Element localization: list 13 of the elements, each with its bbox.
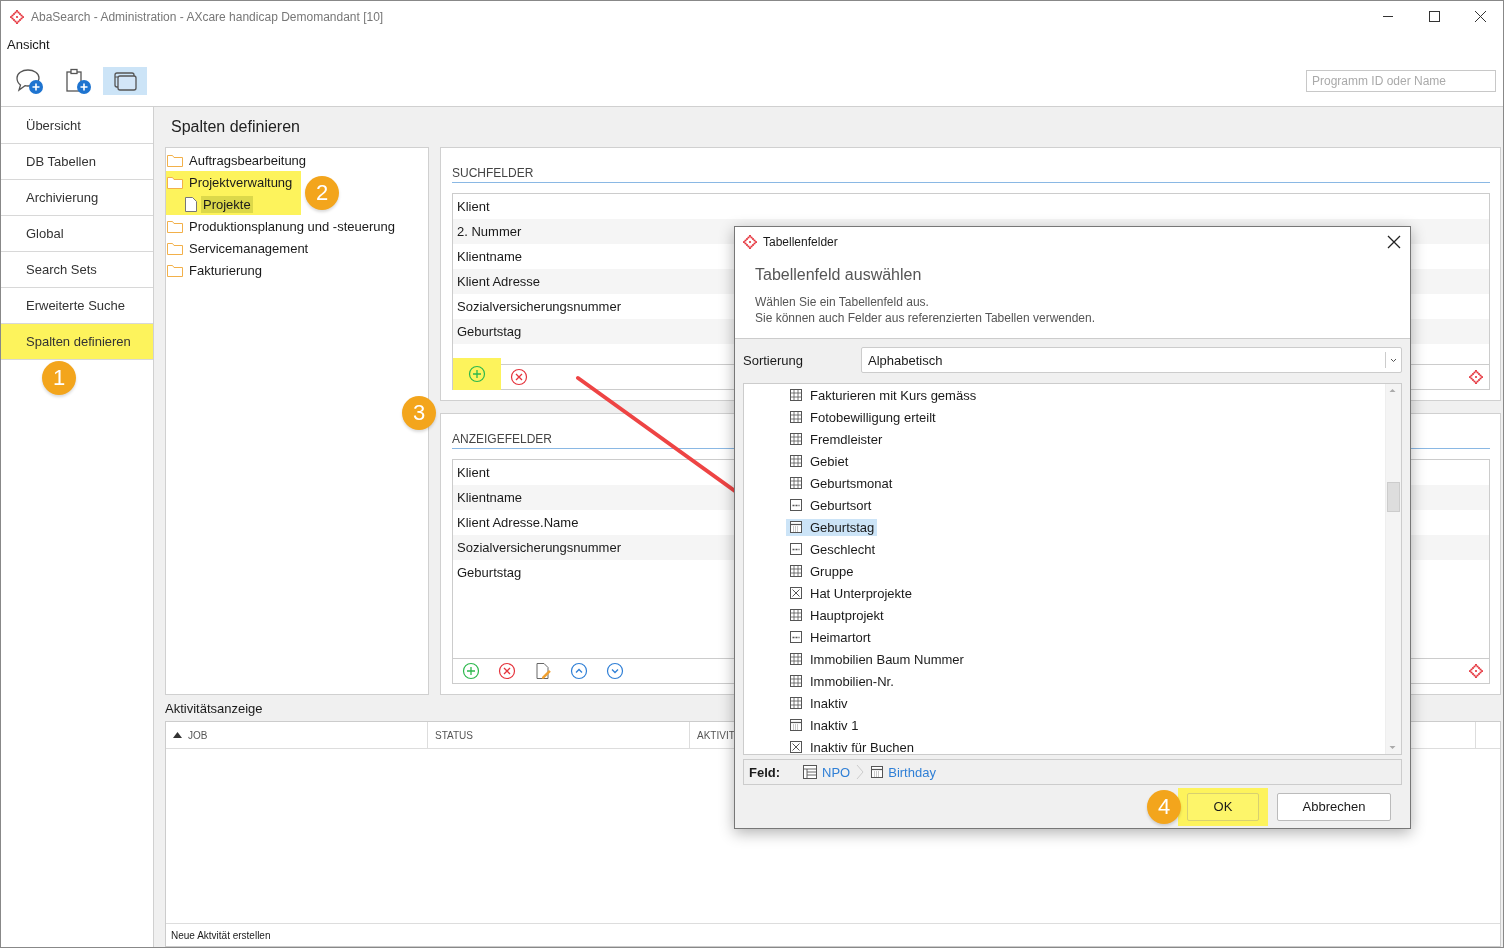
status-text: Neue Aktvität erstellen [171,929,271,941]
dialog-heading: Tabellenfeld auswählen [755,266,922,283]
window-title: AbaSearch - Administration - AXcare handicap Demomandant [10] [31,9,384,24]
page-title: Spalten definieren [171,118,300,136]
description-text: Sie können auch Felder aus referenzierten Tabellen verwenden. [755,311,1095,325]
field-label: Sortierung [743,352,804,368]
section-title: Aktivitätsanzeige [165,700,263,716]
step-badge: 1 [42,361,76,395]
section-heading: ANZEIGEFELDER [452,431,553,446]
dialog-title: Tabellenfelder [763,235,838,249]
field-label: Feld: [749,764,781,780]
section-heading: SUCHFELDER [452,166,534,180]
description-text: Wählen Sie ein Tabellenfeld aus. [755,295,929,309]
